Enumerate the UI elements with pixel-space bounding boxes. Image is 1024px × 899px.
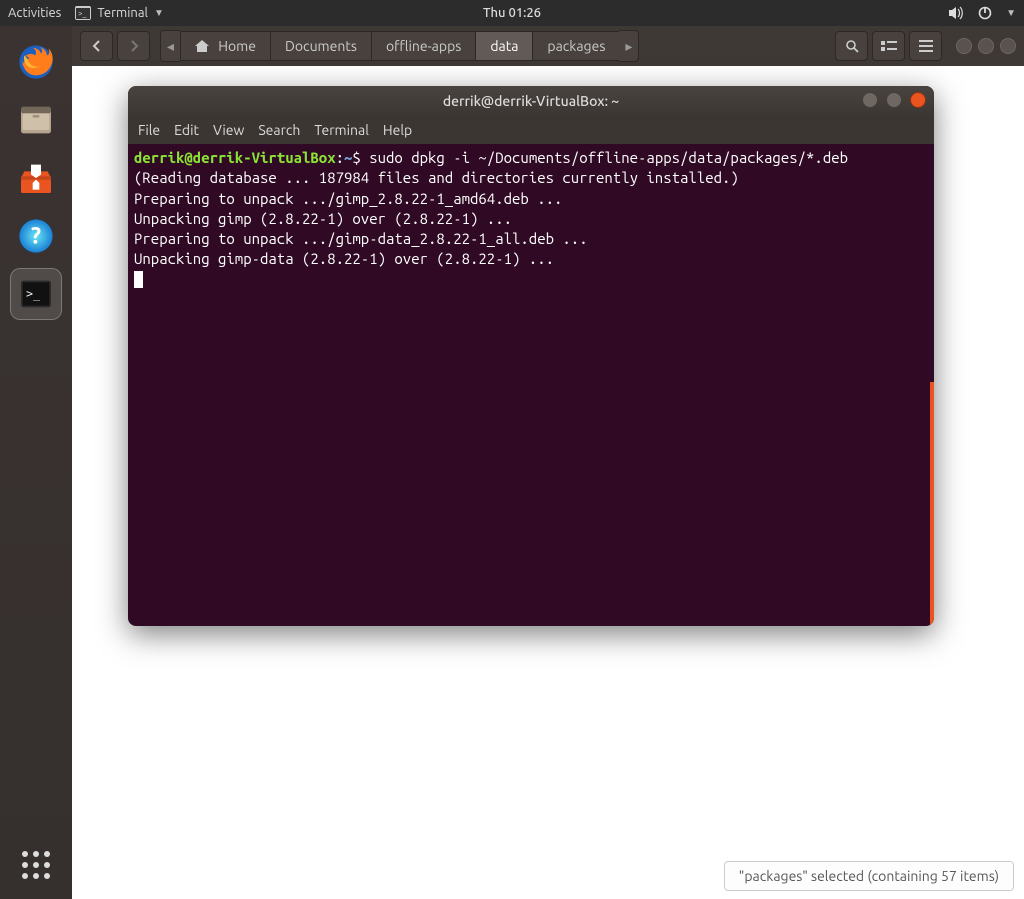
breadcrumb-home[interactable]: Home (180, 31, 270, 61)
terminal-close[interactable] (910, 92, 926, 108)
svg-text:>_: >_ (78, 9, 87, 18)
power-icon[interactable] (978, 6, 992, 20)
apps-button[interactable] (0, 851, 72, 879)
dock-files[interactable] (10, 94, 62, 146)
menu-terminal[interactable]: Terminal (314, 122, 369, 138)
crumb-label: Home (218, 38, 256, 54)
file-manager-header: ◂ Home Documents offline-apps data packa… (72, 26, 1024, 66)
view-toggle-button[interactable] (872, 31, 905, 61)
svg-text:?: ? (31, 223, 41, 249)
breadcrumb-right-arrow[interactable]: ▸ (619, 30, 639, 62)
activities-button[interactable]: Activities (8, 6, 61, 20)
home-icon (195, 38, 212, 54)
file-manager-status: "packages" selected (containing 57 items… (724, 861, 1014, 891)
search-button[interactable] (835, 31, 868, 61)
window-close[interactable] (1000, 38, 1016, 54)
svg-text:>_: >_ (26, 286, 41, 300)
breadcrumb-documents[interactable]: Documents (270, 31, 371, 61)
scrollbar-indicator (930, 382, 934, 626)
nav-back[interactable] (80, 31, 113, 61)
crumb-label: packages (547, 38, 605, 54)
dock-software[interactable] (10, 152, 62, 204)
app-menu[interactable]: >_ Terminal ▼ (75, 6, 164, 20)
terminal-minimize[interactable] (862, 92, 878, 108)
menu-search[interactable]: Search (258, 122, 300, 138)
terminal-window: derrik@derrik-VirtualBox: ~ File Edit Vi… (128, 86, 934, 626)
crumb-label: data (490, 38, 518, 54)
crumb-label: Documents (285, 38, 357, 54)
menu-help[interactable]: Help (383, 122, 412, 138)
breadcrumb-data[interactable]: data (475, 31, 532, 61)
launcher-dock: ? >_ (0, 26, 72, 899)
menu-view[interactable]: View (213, 122, 244, 138)
volume-icon[interactable] (948, 6, 964, 20)
breadcrumb-packages[interactable]: packages (532, 31, 619, 61)
terminal-titlebar[interactable]: derrik@derrik-VirtualBox: ~ (128, 86, 934, 116)
app-menu-label: Terminal (97, 6, 148, 20)
terminal-icon: >_ (75, 6, 91, 20)
window-maximize[interactable] (978, 38, 994, 54)
breadcrumb-offline-apps[interactable]: offline-apps (371, 31, 475, 61)
clock[interactable]: Thu 01:26 (483, 6, 541, 20)
terminal-body[interactable]: derrik@derrik-VirtualBox:~$ sudo dpkg -i… (128, 144, 934, 626)
breadcrumb: ◂ Home Documents offline-apps data packa… (160, 30, 639, 62)
menu-edit[interactable]: Edit (174, 122, 199, 138)
top-panel: Activities >_ Terminal ▼ Thu 01:26 ▼ (0, 0, 1024, 26)
dock-help[interactable]: ? (10, 210, 62, 262)
menu-file[interactable]: File (138, 122, 160, 138)
nav-forward[interactable] (117, 31, 150, 61)
dock-firefox[interactable] (10, 36, 62, 88)
breadcrumb-left-arrow[interactable]: ◂ (160, 30, 180, 62)
terminal-menubar: File Edit View Search Terminal Help (128, 116, 934, 144)
hamburger-menu[interactable] (909, 31, 942, 61)
window-minimize[interactable] (956, 38, 972, 54)
chevron-down-icon[interactable]: ▼ (1006, 7, 1016, 19)
crumb-label: offline-apps (386, 38, 461, 54)
chevron-down-icon: ▼ (154, 7, 164, 19)
dock-terminal[interactable]: >_ (10, 268, 62, 320)
terminal-title: derrik@derrik-VirtualBox: ~ (443, 93, 619, 109)
terminal-maximize[interactable] (886, 92, 902, 108)
